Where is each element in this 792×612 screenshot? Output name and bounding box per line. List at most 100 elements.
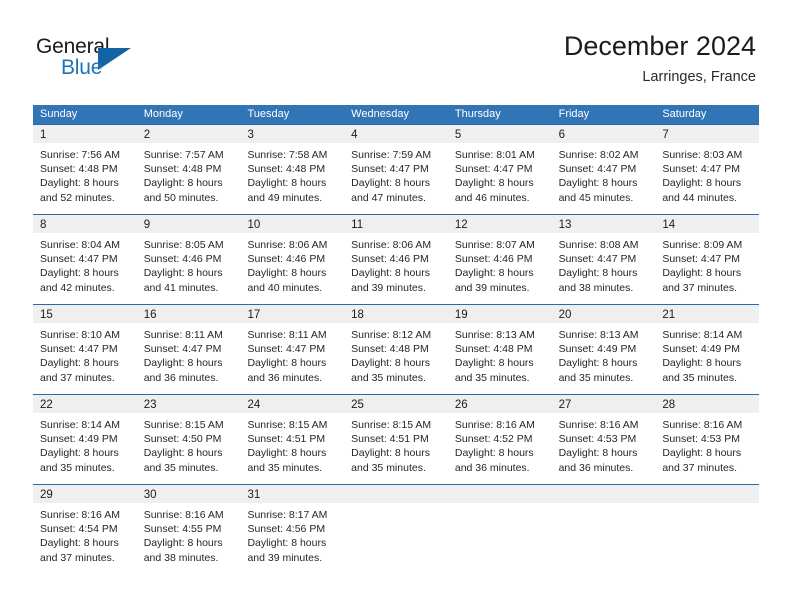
day-cell[interactable]: 10 Sunrise: 8:06 AM Sunset: 4:46 PM Dayligh…	[240, 214, 345, 304]
day-detail-line: and 47 minutes.	[351, 191, 426, 204]
day-detail-line: and 35 minutes.	[40, 461, 115, 474]
day-cell[interactable]: 12 Sunrise: 8:07 AM Sunset: 4:46 PM Dayligh…	[447, 214, 552, 304]
day-cell[interactable]: 23 Sunrise: 8:15 AM Sunset: 4:50 PM Dayligh…	[136, 394, 241, 484]
day-detail-line: and 38 minutes.	[558, 281, 634, 294]
day-cell[interactable]: 5 Sunrise: 8:01 AM Sunset: 4:47 PM Daylight…	[447, 124, 552, 214]
day-detail-line: Sunset: 4:50 PM	[143, 433, 222, 446]
day-cell[interactable]: 18 Sunrise: 8:12 AM Sunset: 4:48 PM Dayligh…	[344, 304, 448, 394]
day-details: Sunrise: 8:15 AM Sunset: 4:51 PM Daylight:…	[240, 413, 344, 475]
day-cell[interactable]: 11 Sunrise: 8:06 AM Sunset: 4:46 PM Dayligh…	[344, 214, 448, 304]
day-number: 1	[40, 129, 47, 141]
day-detail-line: Daylight: 8 hours	[247, 177, 327, 190]
day-details: Sunrise: 8:07 AM Sunset: 4:46 PM Daylight:…	[448, 233, 552, 295]
day-details: Sunrise: 8:02 AM Sunset: 4:47 PM Daylight:…	[552, 143, 656, 205]
day-cell[interactable]: 31 Sunrise: 8:17 AM Sunset: 4:56 PM Dayligh…	[240, 484, 345, 574]
day-details: Sunrise: 7:56 AM Sunset: 4:48 PM Daylight:…	[33, 143, 137, 205]
day-detail-line: Sunrise: 8:17 AM	[247, 509, 328, 521]
day-detail-line: Daylight: 8 hours	[40, 357, 119, 370]
day-cell[interactable]: 1 Sunrise: 7:56 AM Sunset: 4:48 PM Daylight…	[33, 124, 137, 214]
day-detail-line: Sunset: 4:49 PM	[662, 343, 740, 356]
day-cell[interactable]: 27 Sunrise: 8:16 AM Sunset: 4:53 PM Dayligh…	[551, 394, 656, 484]
day-details: Sunrise: 8:11 AM Sunset: 4:47 PM Daylight:…	[137, 323, 241, 385]
weekday-header-tuesday: Tuesday	[247, 108, 290, 120]
day-cell[interactable]: 25 Sunrise: 8:15 AM Sunset: 4:51 PM Dayligh…	[344, 394, 448, 484]
day-cell[interactable]: 16 Sunrise: 8:11 AM Sunset: 4:47 PM Dayligh…	[136, 304, 241, 394]
day-detail-line: and 37 minutes.	[662, 281, 738, 294]
day-cell[interactable]: 30 Sunrise: 8:16 AM Sunset: 4:55 PM Dayligh…	[136, 484, 241, 574]
location-label: Larringes, France	[642, 69, 756, 85]
day-details: Sunrise: 8:17 AM Sunset: 4:56 PM Daylight:…	[240, 503, 344, 565]
day-number: 21	[662, 309, 676, 321]
day-cell[interactable]: 29 Sunrise: 8:16 AM Sunset: 4:54 PM Dayligh…	[33, 484, 137, 574]
day-detail-line: Sunset: 4:47 PM	[558, 163, 637, 176]
day-number-band: 6	[551, 125, 656, 143]
day-details: Sunrise: 8:16 AM Sunset: 4:52 PM Daylight:…	[448, 413, 552, 475]
day-cell[interactable]: 19 Sunrise: 8:13 AM Sunset: 4:48 PM Dayligh…	[447, 304, 552, 394]
day-detail-line: Sunset: 4:46 PM	[351, 253, 429, 266]
day-details: Sunrise: 8:16 AM Sunset: 4:54 PM Daylight:…	[33, 503, 137, 565]
weekday-header-friday: Friday	[558, 108, 590, 120]
day-cell[interactable]: 3 Sunrise: 7:58 AM Sunset: 4:48 PM Daylight…	[240, 124, 345, 214]
day-cell[interactable]: 21 Sunrise: 8:14 AM Sunset: 4:49 PM Dayligh…	[655, 304, 760, 394]
day-detail-line: Sunset: 4:47 PM	[143, 343, 222, 356]
day-detail-line: and 35 minutes.	[662, 371, 738, 384]
day-number: 20	[558, 309, 572, 321]
day-number-band: 23	[136, 395, 241, 413]
day-detail-line: Daylight: 8 hours	[351, 447, 430, 460]
day-cell[interactable]: 26 Sunrise: 8:16 AM Sunset: 4:52 PM Dayligh…	[447, 394, 552, 484]
day-cell[interactable]: 7 Sunrise: 8:03 AM Sunset: 4:47 PM Daylight…	[655, 124, 760, 214]
day-detail-line: Sunset: 4:48 PM	[143, 163, 222, 176]
day-cell[interactable]: 28 Sunrise: 8:16 AM Sunset: 4:53 PM Dayligh…	[655, 394, 760, 484]
weekday-header-thursday: Thursday	[454, 108, 501, 120]
day-cell[interactable]: 24 Sunrise: 8:15 AM Sunset: 4:51 PM Dayligh…	[240, 394, 345, 484]
day-detail-line: Daylight: 8 hours	[143, 177, 223, 190]
day-cell[interactable]: 15 Sunrise: 8:10 AM Sunset: 4:47 PM Dayligh…	[33, 304, 137, 394]
day-detail-line: Daylight: 8 hours	[662, 267, 742, 280]
day-detail-line: Sunrise: 8:13 AM	[454, 329, 535, 341]
day-details: Sunrise: 8:09 AM Sunset: 4:47 PM Daylight:…	[655, 233, 759, 295]
day-number-band: 10	[240, 215, 345, 233]
calendar-weeks: 1 Sunrise: 7:56 AM Sunset: 4:48 PM Daylight…	[33, 124, 760, 574]
weekday-header-saturday: Saturday	[662, 108, 707, 120]
day-number-band: 12	[447, 215, 552, 233]
day-detail-line: Sunset: 4:46 PM	[247, 253, 326, 266]
day-number: 15	[40, 309, 53, 321]
day-detail-line: and 50 minutes.	[143, 191, 219, 204]
day-detail-line: Sunrise: 8:05 AM	[143, 239, 224, 251]
day-detail-line: Daylight: 8 hours	[662, 447, 742, 460]
day-cell[interactable]: 13 Sunrise: 8:08 AM Sunset: 4:47 PM Dayligh…	[551, 214, 656, 304]
day-detail-line: Sunrise: 8:16 AM	[662, 419, 743, 431]
day-number: 28	[662, 399, 676, 411]
day-detail-line: Daylight: 8 hours	[247, 357, 327, 370]
day-cell[interactable]: 4 Sunrise: 7:59 AM Sunset: 4:47 PM Daylight…	[344, 124, 448, 214]
day-detail-line: Sunset: 4:55 PM	[143, 523, 222, 536]
day-detail-line: Sunset: 4:46 PM	[143, 253, 222, 266]
day-detail-line: Sunset: 4:51 PM	[351, 433, 429, 446]
weekday-header-row: Sunday Monday Tuesday Wednesday Thursday Frid…	[33, 105, 759, 124]
day-cell[interactable]: 20 Sunrise: 8:13 AM Sunset: 4:49 PM Dayligh…	[551, 304, 656, 394]
day-cell[interactable]: 9 Sunrise: 8:05 AM Sunset: 4:46 PM Daylight…	[136, 214, 241, 304]
day-cell[interactable]: 17 Sunrise: 8:11 AM Sunset: 4:47 PM Dayligh…	[240, 304, 345, 394]
day-cell[interactable]: 22 Sunrise: 8:14 AM Sunset: 4:49 PM Dayligh…	[33, 394, 137, 484]
day-detail-line: and 37 minutes.	[40, 551, 115, 564]
day-detail-line: and 35 minutes.	[351, 371, 426, 384]
week-row: 22 Sunrise: 8:14 AM Sunset: 4:49 PM Dayligh…	[33, 394, 760, 484]
day-number: 17	[247, 309, 261, 321]
day-number: 3	[247, 129, 254, 141]
day-detail-line: Sunset: 4:47 PM	[558, 253, 637, 266]
day-cell[interactable]: 8 Sunrise: 8:04 AM Sunset: 4:47 PM Daylight…	[33, 214, 137, 304]
day-cell-empty	[655, 484, 760, 574]
day-detail-line: Sunrise: 8:02 AM	[558, 149, 639, 161]
day-number-band: 9	[136, 215, 241, 233]
day-detail-line: Sunrise: 8:13 AM	[558, 329, 639, 341]
day-details: Sunrise: 8:11 AM Sunset: 4:47 PM Daylight:…	[240, 323, 344, 385]
day-number-band: 11	[344, 215, 448, 233]
day-detail-line: Sunset: 4:48 PM	[454, 343, 533, 356]
day-details: Sunrise: 7:58 AM Sunset: 4:48 PM Daylight:…	[240, 143, 344, 205]
day-number-band: 18	[344, 305, 448, 323]
day-number-band	[551, 485, 656, 503]
day-cell[interactable]: 6 Sunrise: 8:02 AM Sunset: 4:47 PM Daylight…	[551, 124, 656, 214]
day-cell[interactable]: 2 Sunrise: 7:57 AM Sunset: 4:48 PM Daylight…	[136, 124, 241, 214]
day-cell[interactable]: 14 Sunrise: 8:09 AM Sunset: 4:47 PM Dayligh…	[655, 214, 760, 304]
day-detail-line: Daylight: 8 hours	[662, 357, 742, 370]
